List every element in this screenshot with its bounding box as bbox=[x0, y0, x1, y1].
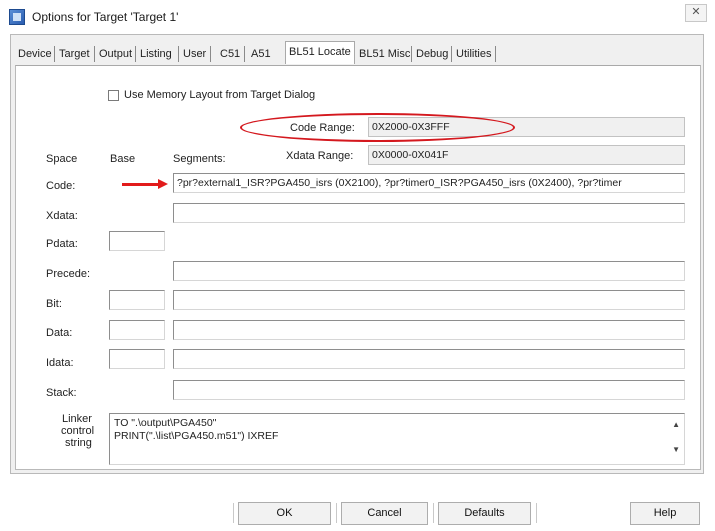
stack-row-label: Stack: bbox=[46, 387, 77, 399]
base-column-header: Base bbox=[110, 153, 136, 165]
tab-user[interactable]: User bbox=[183, 44, 206, 64]
xdata-segments-input[interactable] bbox=[173, 203, 685, 223]
code-range-highlight-oval bbox=[240, 113, 515, 142]
tab-device[interactable]: Device bbox=[18, 44, 52, 64]
xdata-row-label: Xdata: bbox=[46, 210, 78, 222]
stack-segments-input[interactable] bbox=[173, 380, 685, 400]
bit-segments-input[interactable] bbox=[173, 290, 685, 310]
scroll-up-icon[interactable]: ▲ bbox=[672, 420, 680, 429]
tab-debug[interactable]: Debug bbox=[416, 44, 448, 64]
tab-divider bbox=[178, 46, 179, 62]
linker-line-1: TO ".\output\PGA450" bbox=[114, 417, 217, 429]
tab-c51[interactable]: C51 bbox=[220, 44, 240, 64]
idata-base-input[interactable] bbox=[109, 349, 165, 369]
tab-divider bbox=[94, 46, 95, 62]
button-divider bbox=[233, 503, 234, 523]
bit-row-label: Bit: bbox=[46, 298, 62, 310]
button-divider bbox=[336, 503, 337, 523]
red-arrow-shaft bbox=[122, 183, 159, 186]
linker-control-textarea[interactable]: TO ".\output\PGA450" PRINT(".\list\PGA45… bbox=[109, 413, 685, 465]
precede-row-label: Precede: bbox=[46, 268, 91, 280]
tab-target[interactable]: Target bbox=[59, 44, 90, 64]
tab-divider bbox=[210, 46, 211, 62]
data-base-input[interactable] bbox=[109, 320, 165, 340]
options-dialog: Options for Target 'Target 1' ✕ Device T… bbox=[0, 0, 715, 531]
linker-label-line1: Linker bbox=[62, 413, 92, 425]
use-memory-layout-label: Use Memory Layout from Target Dialog bbox=[124, 89, 316, 101]
help-button[interactable]: Help bbox=[630, 502, 700, 525]
tab-bl51-misc[interactable]: BL51 Misc bbox=[359, 44, 410, 64]
code-segments-input[interactable]: ?pr?external1_ISR?PGA450_isrs (0X2100), … bbox=[173, 173, 685, 193]
idata-segments-input[interactable] bbox=[173, 349, 685, 369]
tab-divider bbox=[451, 46, 452, 62]
pdata-row-label: Pdata: bbox=[46, 238, 78, 250]
linker-label-line3: string bbox=[65, 437, 92, 449]
segments-column-header: Segments: bbox=[173, 153, 226, 165]
tab-utilities[interactable]: Utilities bbox=[456, 44, 491, 64]
linker-line-2: PRINT(".\list\PGA450.m51") IXREF bbox=[114, 430, 279, 442]
space-column-header: Space bbox=[46, 153, 78, 165]
tab-listing[interactable]: Listing bbox=[140, 44, 172, 64]
button-divider bbox=[536, 503, 537, 523]
precede-segments-input[interactable] bbox=[173, 261, 685, 281]
tab-divider bbox=[495, 46, 496, 62]
defaults-button[interactable]: Defaults bbox=[438, 502, 531, 525]
data-segments-input[interactable] bbox=[173, 320, 685, 340]
linker-label-line2: control bbox=[61, 425, 95, 437]
cancel-button[interactable]: Cancel bbox=[341, 502, 428, 525]
xdata-range-label: Xdata Range: bbox=[286, 150, 354, 162]
app-icon bbox=[9, 9, 25, 25]
tab-divider bbox=[135, 46, 136, 62]
xdata-range-field: 0X0000-0X041F bbox=[368, 145, 685, 165]
use-memory-layout-checkbox[interactable] bbox=[108, 90, 119, 101]
idata-row-label: Idata: bbox=[46, 357, 74, 369]
data-row-label: Data: bbox=[46, 327, 73, 339]
tab-bl51-locate[interactable]: BL51 Locate bbox=[285, 41, 355, 64]
scroll-down-icon[interactable]: ▼ bbox=[672, 445, 680, 454]
tab-divider bbox=[244, 46, 245, 62]
code-row-label: Code: bbox=[46, 180, 76, 192]
tab-divider bbox=[54, 46, 55, 62]
pdata-base-input[interactable] bbox=[109, 231, 165, 251]
tab-divider bbox=[411, 46, 412, 62]
close-button[interactable]: ✕ bbox=[685, 4, 707, 22]
ok-button[interactable]: OK bbox=[238, 502, 331, 525]
tab-output[interactable]: Output bbox=[99, 44, 132, 64]
tab-a51[interactable]: A51 bbox=[251, 44, 271, 64]
window-title: Options for Target 'Target 1' bbox=[32, 10, 179, 24]
bit-base-input[interactable] bbox=[109, 290, 165, 310]
button-divider bbox=[433, 503, 434, 523]
red-arrow-head-icon bbox=[158, 179, 168, 189]
title-bar: Options for Target 'Target 1' ✕ bbox=[0, 0, 715, 34]
